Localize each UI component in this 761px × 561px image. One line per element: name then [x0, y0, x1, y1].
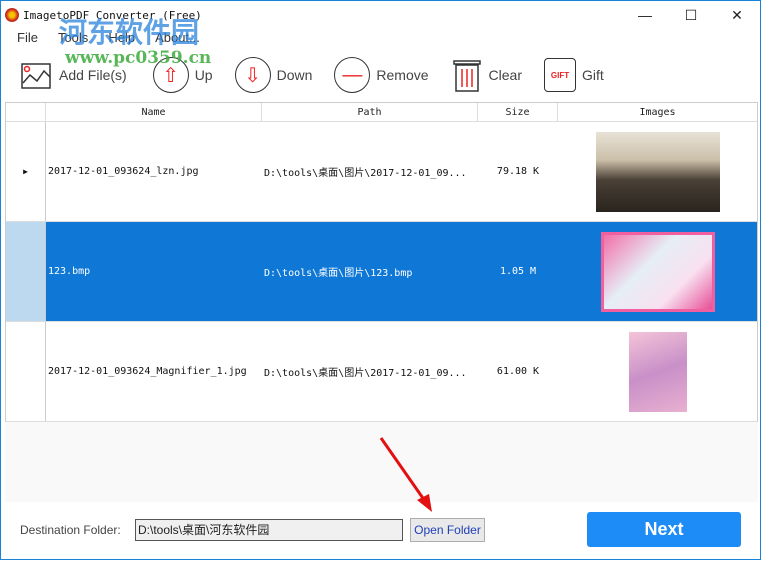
- destination-folder-input[interactable]: D:\tools\桌面\河东软件园: [135, 519, 403, 541]
- annotation-arrow-icon: [379, 437, 432, 512]
- destination-folder-label: Destination Folder:: [20, 523, 121, 537]
- open-folder-button[interactable]: Open Folder: [410, 518, 485, 542]
- next-button[interactable]: Next: [587, 512, 741, 547]
